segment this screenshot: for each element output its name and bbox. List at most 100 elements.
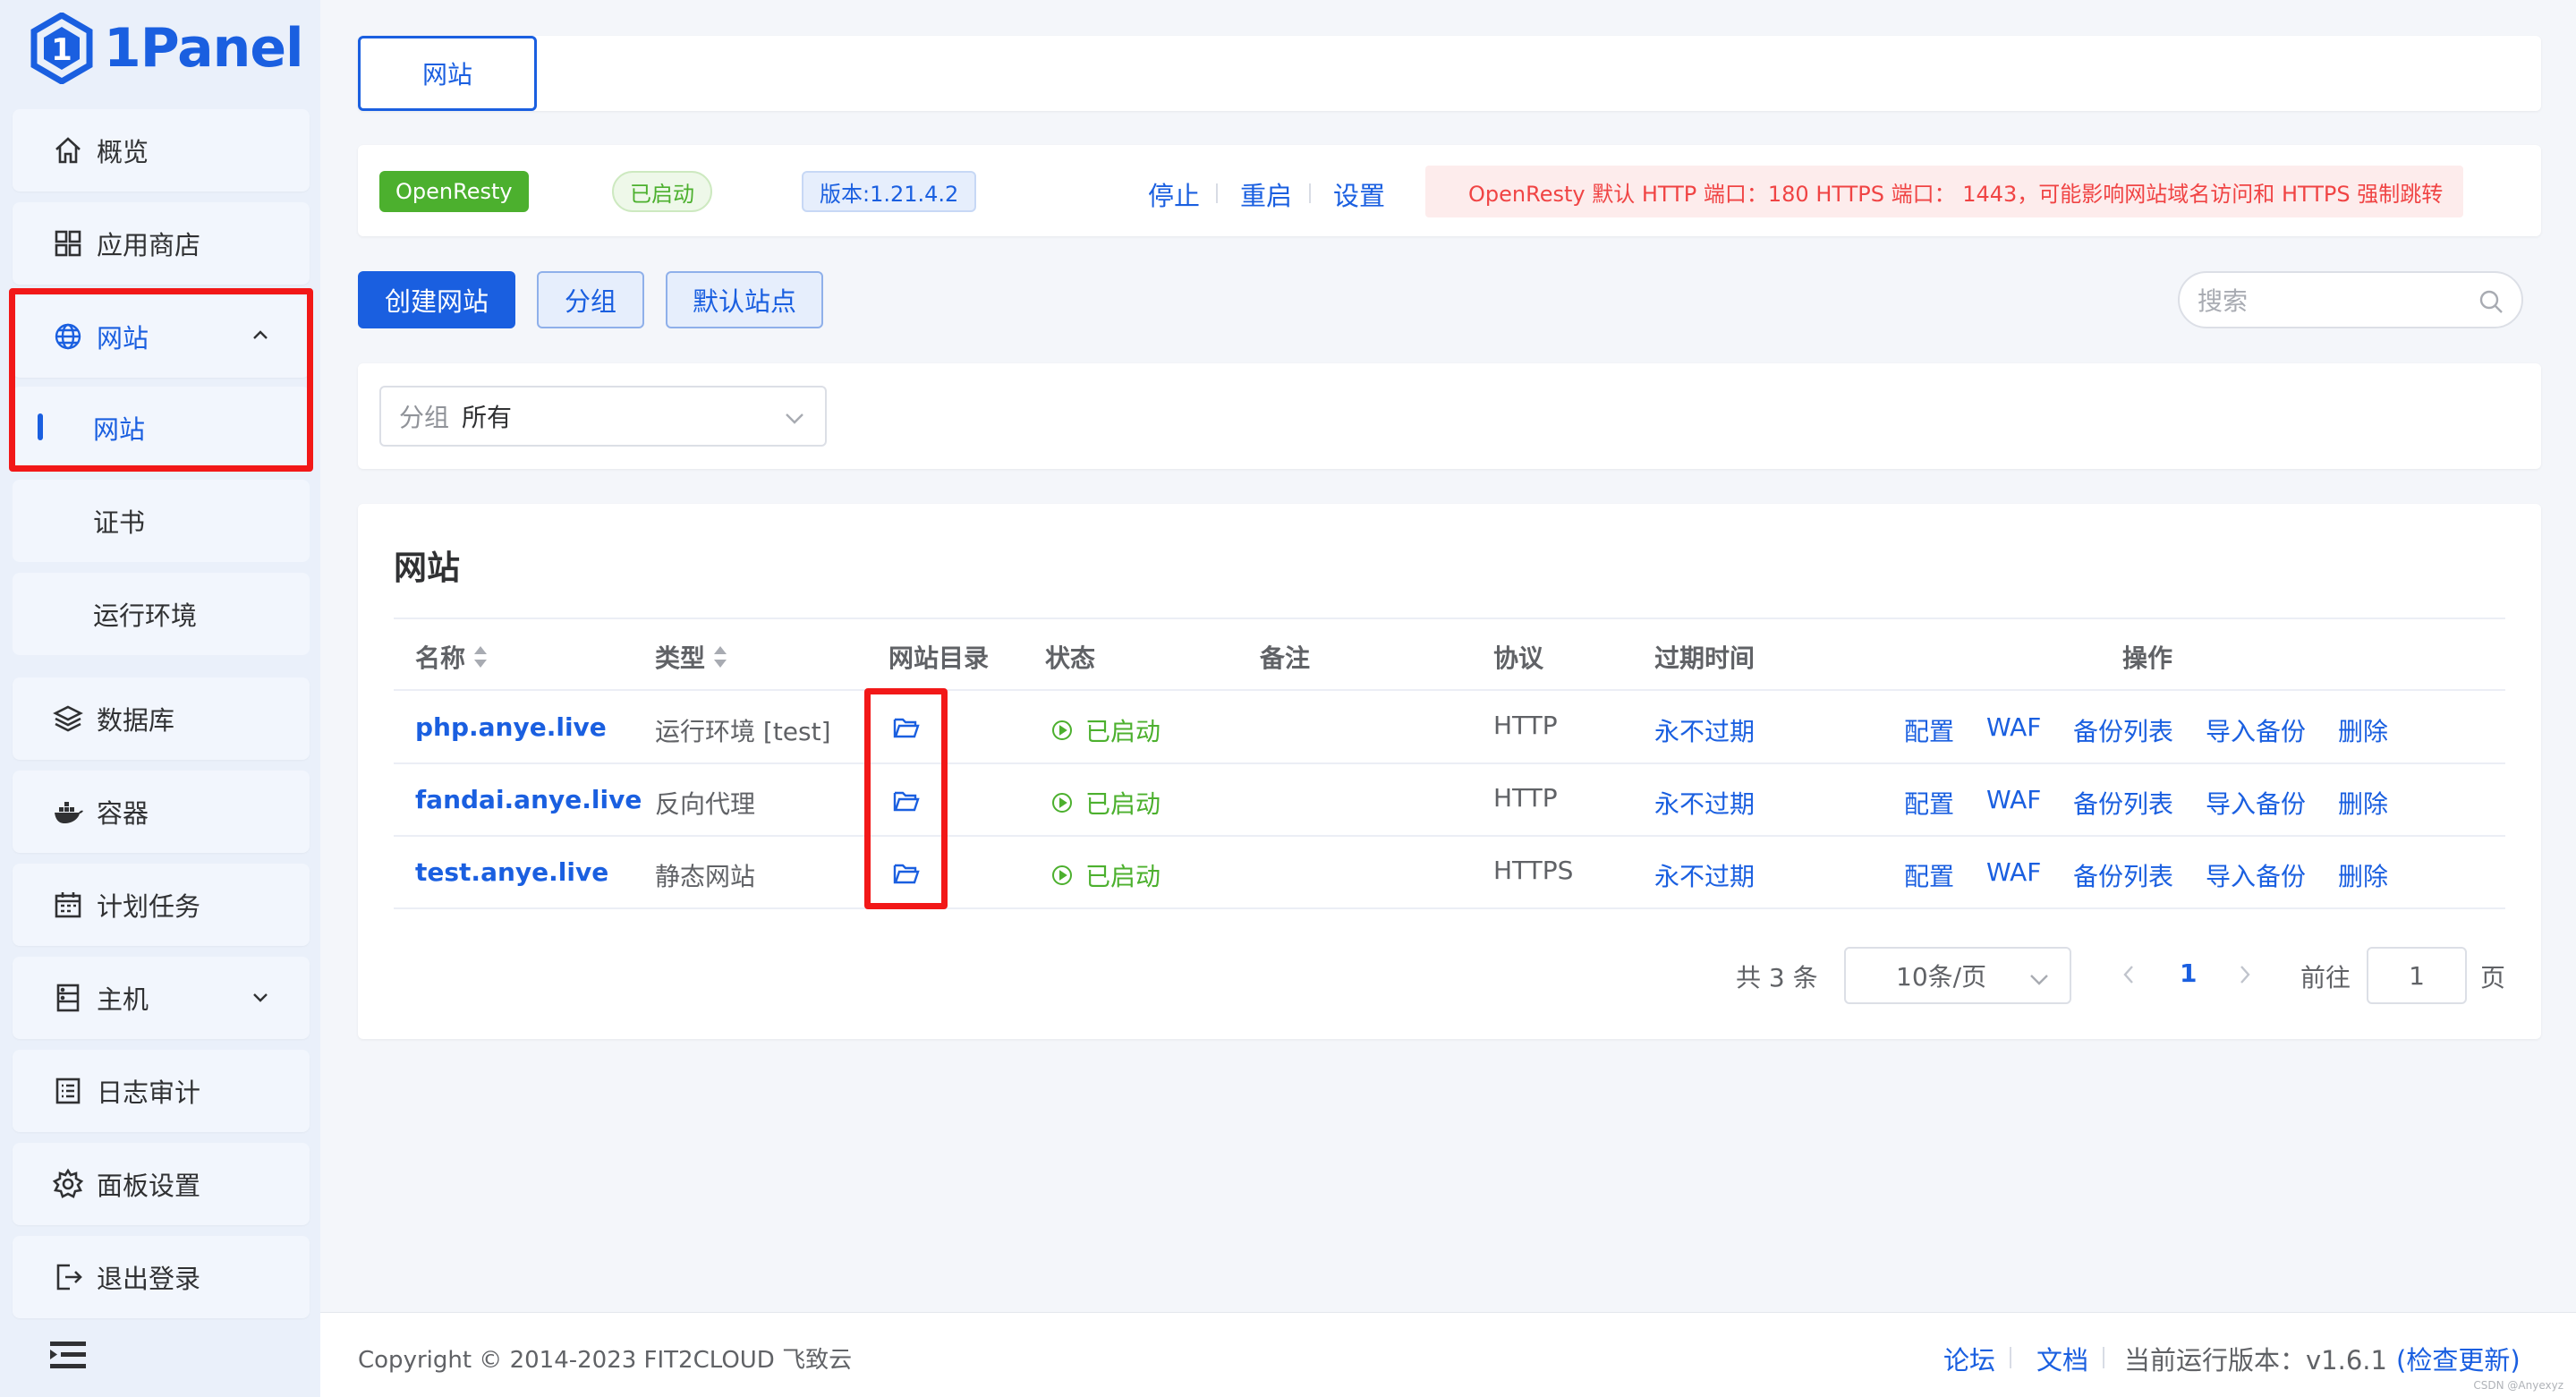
sidebar-item-app-store[interactable]: 应用商店 (13, 202, 310, 285)
create-website-button[interactable]: 创建网站 (358, 271, 515, 328)
folder-open-icon[interactable] (893, 716, 920, 739)
backup-list-link[interactable]: 备份列表 (2073, 785, 2173, 821)
sidebar-item-label: 退出登录 (97, 1264, 201, 1294)
website-type: 静态网站 (655, 862, 756, 891)
sidebar-item-log-audit[interactable]: 日志审计 (13, 1050, 310, 1132)
delete-link[interactable]: 删除 (2338, 712, 2388, 748)
folder-open-icon[interactable] (893, 789, 920, 813)
search-input[interactable]: 搜索 (2178, 271, 2523, 328)
settings-link[interactable]: 设置 (1333, 175, 1385, 213)
column-header-type[interactable]: 类型 (655, 639, 727, 675)
sidebar-item-label: 面板设置 (97, 1171, 201, 1201)
import-backup-link[interactable]: 导入备份 (2206, 857, 2306, 893)
goto-page-input[interactable]: 1 (2367, 947, 2467, 1004)
delete-link[interactable]: 删除 (2338, 857, 2388, 893)
status-text: 已启动 (1085, 717, 1161, 746)
sidebar-subitem-website[interactable]: 网站 (13, 387, 310, 469)
expire-link[interactable]: 永不过期 (1654, 857, 1755, 893)
prev-page-icon[interactable] (2121, 963, 2137, 986)
sidebar-item-cron[interactable]: 计划任务 (13, 864, 310, 946)
protocol: HTTP (1493, 711, 1558, 740)
column-header-actions: 操作 (2122, 643, 2173, 673)
chevron-down-icon (786, 413, 803, 424)
config-link[interactable]: 配置 (1904, 712, 1954, 748)
sidebar-item-website[interactable]: 网站 (13, 295, 310, 378)
waf-link[interactable]: WAF (1986, 857, 2041, 887)
sort-icon[interactable] (714, 646, 727, 668)
page-size-value: 10条/页 (1896, 962, 1987, 992)
next-page-icon[interactable] (2237, 963, 2253, 986)
expire-link[interactable]: 永不过期 (1654, 785, 1755, 821)
column-header-directory: 网站目录 (888, 643, 990, 673)
tab-bar (358, 36, 2541, 111)
status-badge: 已启动 (1051, 857, 1160, 893)
group-filter-select[interactable]: 分组 所有 (379, 386, 827, 447)
backup-list-link[interactable]: 备份列表 (2073, 857, 2173, 893)
sidebar-item-overview[interactable]: 概览 (13, 109, 310, 192)
sidebar-item-database[interactable]: 数据库 (13, 677, 310, 760)
chevron-down-icon (253, 993, 268, 1002)
column-header-expire: 过期时间 (1654, 643, 1756, 673)
import-backup-link[interactable]: 导入备份 (2206, 785, 2306, 821)
group-filter-label: 分组 (399, 403, 450, 432)
sidebar-subitem-runtime[interactable]: 运行环境 (13, 573, 310, 655)
status-badge: 已启动 (1051, 712, 1160, 748)
search-icon (2479, 290, 2503, 313)
column-header-name[interactable]: 名称 (415, 639, 488, 675)
page-size-select[interactable]: 10条/页 (1844, 947, 2071, 1004)
sidebar-subitem-certificate[interactable]: 证书 (13, 480, 310, 562)
row-divider (394, 835, 2505, 837)
sidebar-item-label: 网站 (97, 323, 149, 354)
brand-logo[interactable]: 1 1Panel (30, 13, 304, 84)
website-name-link[interactable]: fandai.anye.live (415, 785, 642, 814)
calendar-icon (52, 889, 84, 921)
forum-link[interactable]: 论坛 (1943, 1340, 1995, 1377)
website-name-link[interactable]: php.anye.live (415, 712, 607, 742)
tab-website[interactable]: 网站 (358, 36, 537, 111)
restart-link[interactable]: 重启 (1240, 175, 1292, 213)
status-text: 已启动 (1085, 862, 1161, 891)
app-version-tag: 版本:1.21.4.2 (802, 171, 977, 212)
sidebar-item-host[interactable]: 主机 (13, 957, 310, 1039)
waf-link[interactable]: WAF (1986, 785, 2041, 814)
log-list-icon (52, 1075, 84, 1107)
menu-collapse-icon[interactable] (48, 1339, 88, 1371)
current-page[interactable]: 1 (2180, 958, 2197, 988)
watermark: CSDN @Anyexyz (2473, 1379, 2563, 1392)
apps-grid-icon (52, 227, 84, 260)
chevron-up-icon (253, 330, 268, 339)
sidebar-item-label: 应用商店 (97, 230, 201, 260)
page-suffix: 页 (2480, 963, 2506, 992)
sidebar-item-panel-settings[interactable]: 面板设置 (13, 1143, 310, 1225)
sidebar-item-logout[interactable]: 退出登录 (13, 1236, 310, 1318)
sidebar: 1 1Panel 概览 应用商店 网站 网站 证书 运行环境 数据库 容器 计划… (0, 0, 320, 1397)
brand-name: 1Panel (104, 17, 304, 80)
check-update-link[interactable]: (检查更新) (2396, 1340, 2521, 1377)
group-button[interactable]: 分组 (537, 271, 644, 328)
1panel-logo-icon: 1 (30, 13, 93, 84)
footer: Copyright © 2014-2023 FIT2CLOUD 飞致云 论坛 文… (320, 1312, 2576, 1397)
waf-link[interactable]: WAF (1986, 712, 2041, 742)
protocol: HTTP (1493, 783, 1558, 813)
expire-link[interactable]: 永不过期 (1654, 712, 1755, 748)
import-backup-link[interactable]: 导入备份 (2206, 712, 2306, 748)
version-text: 当前运行版本：v1.6.1 (2124, 1345, 2387, 1376)
website-name-link[interactable]: test.anye.live (415, 857, 608, 887)
config-link[interactable]: 配置 (1904, 857, 1954, 893)
sidebar-item-label: 容器 (97, 798, 149, 829)
sidebar-item-label: 日志审计 (97, 1078, 201, 1108)
stop-link[interactable]: 停止 (1148, 175, 1200, 213)
sort-icon[interactable] (474, 646, 488, 668)
docs-link[interactable]: 文档 (2036, 1340, 2088, 1377)
default-site-button[interactable]: 默认站点 (666, 271, 823, 328)
column-header-remark: 备注 (1260, 643, 1311, 673)
folder-open-icon[interactable] (893, 862, 920, 885)
logout-icon (52, 1261, 84, 1293)
config-link[interactable]: 配置 (1904, 785, 1954, 821)
play-circle-icon (1052, 793, 1072, 813)
sidebar-subitem-label: 证书 (93, 507, 146, 538)
sidebar-item-container[interactable]: 容器 (13, 771, 310, 853)
status-badge: 已启动 (1051, 785, 1160, 821)
backup-list-link[interactable]: 备份列表 (2073, 712, 2173, 748)
delete-link[interactable]: 删除 (2338, 785, 2388, 821)
